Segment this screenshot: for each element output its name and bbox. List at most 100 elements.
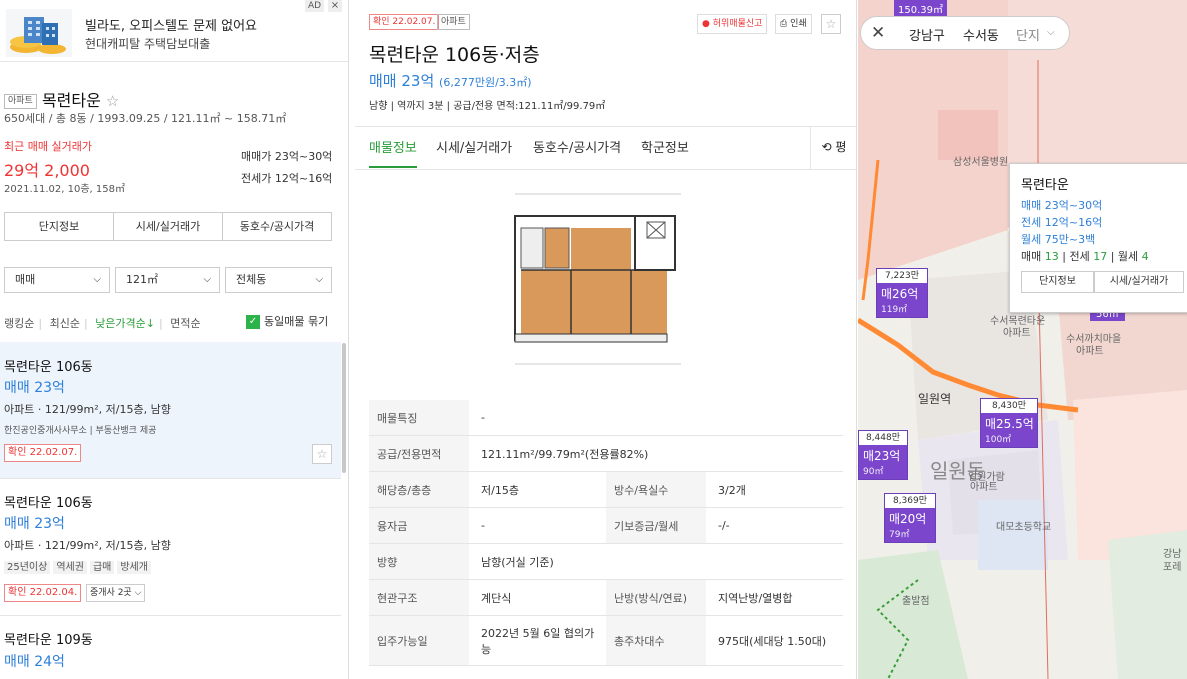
map-label-bus: 출발점 (902, 596, 930, 607)
sort-area[interactable]: 면적순 (170, 317, 200, 330)
row-header: 총주차대수 (606, 616, 706, 665)
row-value: 남향(거실 기준) (481, 555, 554, 569)
row-value: -/- (718, 519, 730, 532)
row-header: 입주가능일 (369, 616, 469, 665)
search-region-dong[interactable]: 수서동 (963, 25, 999, 44)
pin-unit-price: 7,223만 (884, 271, 920, 281)
building-coins-icon (6, 9, 72, 57)
list-item[interactable]: 목련타운 106동 매매 23억 아파트 · 121/99m², 저/15층, … (0, 342, 341, 479)
count-value: 17 (1093, 250, 1108, 263)
sort-low-price[interactable]: 낮은가격순↓ (95, 317, 155, 330)
listing-price: 매매 23억 (4, 516, 65, 532)
close-icon[interactable]: ✕ (871, 23, 885, 43)
complex-name: 목련타운 (41, 91, 101, 110)
row-value: 지역난방/열병합 (718, 591, 793, 605)
row-value: - (481, 519, 485, 532)
table-row: 방향 남향(거실 기준) (369, 544, 843, 580)
map-search-bar[interactable]: ✕ 강남구 수서동 단지 ⌵ (860, 16, 1070, 50)
tab-price[interactable]: 시세/실거래가 (114, 213, 223, 240)
map-price-pin[interactable]: 8,430만 매25.5억 100㎡ (980, 398, 1038, 448)
same-listing-toggle[interactable]: ✓ 동일매물 묶기 (246, 313, 328, 329)
area-select[interactable]: 121㎡ ⌵ (115, 267, 220, 293)
map-label-school: 대모초등학교 (996, 522, 1052, 533)
tab-price[interactable]: 시세/실거래가 (436, 137, 512, 156)
table-row: 매물특징 - (369, 400, 843, 436)
tab-complex-info[interactable]: 단지정보 (5, 213, 114, 240)
confirm-badge: 확인 22.02.07. (369, 14, 440, 30)
tab-units[interactable]: 동호수/공시가격 (223, 213, 331, 240)
table-row: 공급/전용면적 121.11m²/99.79m²(전용률82%) (369, 436, 843, 472)
floor-plan-image[interactable] (495, 188, 701, 384)
favorite-star-icon[interactable]: ☆ (312, 444, 332, 464)
search-complex[interactable]: 단지 (1016, 25, 1040, 44)
tab-listing-info[interactable]: 매물정보 (369, 137, 417, 168)
listing-spec: 아파트 · 121/99m², 저/15층, 남향 (4, 539, 171, 552)
complex-callout[interactable]: 목련타운 매매 23억~30억 전세 12억~16억 월세 75만~3백 매매 … (1009, 163, 1187, 313)
callout-title: 목련타운 (1021, 178, 1069, 193)
row-header: 현관구조 (369, 580, 469, 615)
map-label-apt: 아파트 (970, 482, 998, 493)
pin-area: 100㎡ (985, 435, 1012, 445)
pin-price: 매20억 (889, 512, 927, 526)
map-price-pin[interactable]: 8,369만 매20억 79㎡ (884, 493, 936, 543)
complex-meta: 650세대 / 총 8동 / 1993.09.25 / 121.11㎡ ~ 15… (4, 112, 287, 125)
row-header: 방수/욕실수 (606, 472, 706, 507)
complex-tabs: 단지정보 시세/실거래가 동호수/공시가격 (4, 212, 332, 241)
sort-latest[interactable]: 최신순 (50, 317, 80, 330)
lease-range: 전세가 12억~16억 (241, 172, 333, 185)
chevron-down-icon: ⌵ (315, 274, 323, 285)
row-header: 방향 (369, 544, 469, 579)
listing-tags: 25년이상 역세권 급매 방세개 (4, 558, 154, 574)
callout-price-button[interactable]: 시세/실거래가 (1094, 271, 1184, 293)
pin-unit-price: 8,430만 (991, 401, 1027, 411)
map-label-station: 일원역 (918, 392, 952, 406)
map-pin-area[interactable]: 150.39㎡ (894, 0, 947, 17)
pyeong-toggle[interactable]: ⟲ 평 (810, 127, 856, 169)
list-item[interactable]: 목련타운 109동 매매 24억 (0, 616, 341, 679)
same-listing-label: 동일매물 묶기 (264, 315, 329, 328)
row-value: 계단식 (481, 591, 512, 605)
report-label: 허위매물신고 (712, 19, 763, 29)
tag: 25년이상 (4, 561, 51, 574)
recent-price-label: 최근 매매 실거래가 (4, 140, 92, 153)
count-value: 13 (1044, 250, 1059, 263)
map-price-pin[interactable]: 8,448만 매23억 90㎡ (858, 430, 908, 480)
agents-label: 중개사 2곳 (90, 588, 132, 598)
favorite-star-icon[interactable]: ☆ (821, 14, 841, 34)
listing-title: 목련타운 109동 (4, 633, 93, 648)
print-button[interactable]: ⎙ 인쇄 (775, 14, 812, 34)
listing-price: 매매 23억 (4, 380, 65, 396)
detail-title: 목련타운 106동·저층 (369, 44, 540, 66)
detail-price-unit: (6,277만원/3.3㎡) (439, 76, 532, 89)
map-price-pin[interactable]: 7,223만 매26억 119㎡ (876, 268, 928, 318)
pin-price: 매25.5억 (985, 417, 1034, 431)
scrollbar[interactable] (342, 343, 346, 473)
ad-banner[interactable]: 빌라도, 오피스텔도 문제 없어요 현대캐피탈 주택담보대출 AD × (0, 0, 348, 62)
print-label: 인쇄 (790, 19, 807, 29)
detail-price-value: 매매 23억 (369, 72, 435, 90)
detail-info: 남향 | 역까지 3분 | 공급/전용 면적:121.11㎡/99.79㎡ (369, 101, 606, 112)
type-badge: 아파트 (437, 14, 470, 30)
row-value: - (481, 411, 485, 424)
agents-dropdown[interactable]: 중개사 2곳 ⌵ (86, 584, 146, 602)
map-view[interactable]: 삼성서울병원 수서목련타운 아파트 수서까치마을 아파트 일원역 일원동 일원가… (858, 0, 1187, 679)
row-header: 융자금 (369, 508, 469, 543)
search-region-gu[interactable]: 강남구 (909, 25, 945, 44)
dong-select[interactable]: 전체동 ⌵ (225, 267, 332, 293)
callout-complex-info-button[interactable]: 단지정보 (1021, 271, 1094, 293)
list-item[interactable]: 목련타운 106동 매매 23억 아파트 · 121/99m², 저/15층, … (0, 479, 341, 616)
ad-close-button[interactable]: × (328, 0, 342, 12)
tab-school[interactable]: 학군정보 (641, 137, 689, 156)
row-header: 매물특징 (369, 400, 469, 435)
trade-select[interactable]: 매매 ⌵ (4, 267, 110, 293)
checkbox-checked-icon[interactable]: ✓ (246, 315, 260, 329)
ad-title: 빌라도, 오피스텔도 문제 없어요 (85, 19, 258, 34)
listing-title: 목련타운 106동 (4, 360, 93, 375)
favorite-star-icon[interactable]: ☆ (106, 92, 119, 110)
tab-units[interactable]: 동호수/공시가격 (533, 137, 621, 156)
count-label: 전세 (1069, 250, 1090, 263)
pin-area: 90㎡ (863, 467, 884, 477)
chevron-down-icon[interactable]: ⌵ (1047, 27, 1055, 38)
sort-ranking[interactable]: 랭킹순 (4, 317, 34, 330)
report-button[interactable]: ● 허위매물신고 (697, 14, 768, 34)
